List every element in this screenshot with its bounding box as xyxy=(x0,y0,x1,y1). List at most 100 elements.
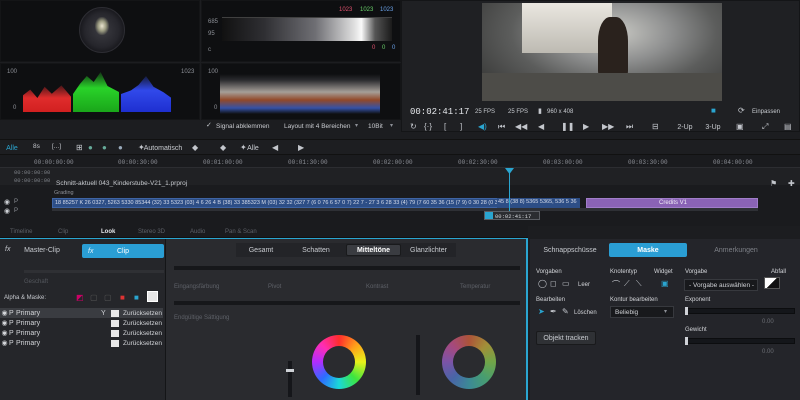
tab-mask[interactable]: Maske xyxy=(609,243,687,257)
eye-icon[interactable]: ◉ xyxy=(0,319,9,327)
settings-icon[interactable]: ▤ xyxy=(784,122,792,131)
diamond-icon-2[interactable]: ◆ xyxy=(220,143,226,152)
tab-mitteltoene[interactable]: Mitteltöne xyxy=(346,244,401,256)
node-corner-icon[interactable]: ⟋ xyxy=(624,279,630,289)
eye-icon[interactable]: ◉ xyxy=(4,198,10,206)
compare-icon[interactable]: ⊟ xyxy=(652,122,659,131)
checkbox-icon[interactable] xyxy=(111,339,119,347)
weight-handle[interactable] xyxy=(685,337,688,345)
mask-blue-icon[interactable]: ■ xyxy=(134,293,139,302)
widget-icon[interactable]: ▣ xyxy=(661,279,669,288)
weight-slider[interactable] xyxy=(685,338,795,344)
color-node-icon[interactable]: ● xyxy=(88,143,93,152)
play-icon[interactable]: ▶ xyxy=(583,122,589,131)
tab-audio[interactable]: Audio xyxy=(190,229,205,235)
tab-stereo3d[interactable]: Stereo 3D xyxy=(138,229,165,235)
snapshot-icon[interactable]: ▣ xyxy=(736,122,744,131)
play-reverse-icon[interactable]: ◀ xyxy=(538,122,544,131)
tab-look[interactable]: Look xyxy=(101,229,115,235)
fader-handle-1[interactable] xyxy=(286,369,294,372)
timeline-scroll[interactable] xyxy=(52,208,758,211)
highlights-color-wheel[interactable] xyxy=(442,335,496,389)
exponent-slider[interactable] xyxy=(685,308,795,314)
reset-link[interactable]: Zurücksetzen xyxy=(123,330,163,337)
mask-red-icon[interactable]: ■ xyxy=(120,293,125,302)
range-icon[interactable]: 8s xyxy=(33,143,40,150)
mask-sub-icon[interactable]: ▢ xyxy=(104,293,112,302)
remove-point-icon[interactable]: ✎ xyxy=(562,307,569,316)
tab-annotations[interactable]: Anmerkungen xyxy=(698,243,774,257)
reset-link[interactable]: Zurücksetzen xyxy=(123,340,163,347)
go-start-icon[interactable]: ⏮ xyxy=(498,122,505,132)
reset-link[interactable]: Zurücksetzen xyxy=(123,310,163,317)
fullscreen-icon[interactable]: ⤢ xyxy=(762,122,768,132)
tab-snapshots[interactable]: Schnappschüsse xyxy=(540,243,600,257)
loop-icon[interactable]: ↻ xyxy=(410,122,417,131)
two-up-button[interactable]: 2-Up xyxy=(674,122,696,132)
go-end-icon[interactable]: ⏭ xyxy=(626,122,633,132)
auto-button[interactable]: Automatisch xyxy=(143,142,183,154)
falloff-swatch-icon[interactable] xyxy=(764,277,780,289)
all-keyframes-button[interactable]: Alle xyxy=(243,142,263,154)
step-forward-icon[interactable]: ▶▶ xyxy=(602,122,614,131)
list-item[interactable]: ◉ P Primary Zurücksetzen xyxy=(0,318,163,328)
mark-out-icon[interactable]: ] xyxy=(460,122,462,131)
node-curve-icon[interactable]: ⌒ xyxy=(612,279,620,290)
reset-link[interactable]: Zurücksetzen xyxy=(123,320,163,327)
sync-icon[interactable]: ⟳ xyxy=(738,106,745,115)
fit-dropdown[interactable]: Einpassen xyxy=(752,109,780,115)
eye-icon[interactable]: ◉ xyxy=(4,207,10,215)
next-keyframe-icon[interactable]: ▶ xyxy=(298,143,304,152)
collapse-icon[interactable]: ✚ xyxy=(788,179,795,188)
mark-in-icon[interactable]: [ xyxy=(444,122,446,131)
tab-schatten[interactable]: Schatten xyxy=(291,244,341,256)
empty-preset[interactable]: Leer xyxy=(578,282,590,288)
clip-tab[interactable]: fx Clip xyxy=(82,244,164,258)
top-slider[interactable] xyxy=(174,266,520,270)
mark-in-out-icon[interactable]: {·} xyxy=(424,122,432,131)
tab-glanzlichter[interactable]: Glanzlichter xyxy=(401,244,456,256)
list-item[interactable]: ◉ P Primary Zurücksetzen xyxy=(0,338,163,348)
tab-timeline[interactable]: Timeline xyxy=(10,229,32,235)
checkbox-icon[interactable] xyxy=(111,329,119,337)
bracket-icon[interactable]: [...] xyxy=(52,143,61,150)
select-cursor-icon[interactable]: ➤ xyxy=(538,307,545,316)
eye-icon[interactable]: ◉ xyxy=(0,329,9,337)
master-clip-tab[interactable]: Master-Clip xyxy=(18,244,66,257)
midtones-color-wheel[interactable] xyxy=(312,335,366,389)
rect-shape-icon[interactable]: ▭ xyxy=(562,279,570,288)
diamond-icon[interactable]: ◆ xyxy=(192,143,198,152)
prev-keyframe-icon[interactable]: ◀ xyxy=(272,143,278,152)
node-smooth-icon[interactable]: ⟍ xyxy=(636,279,642,289)
track-object-button[interactable]: Objekt tracken xyxy=(536,331,596,345)
mask-shape-icon[interactable]: ◩ xyxy=(76,293,84,302)
mask-node-icon[interactable]: ● xyxy=(118,143,123,152)
signal-clamp-toggle[interactable]: Signal abklemmen xyxy=(216,123,269,130)
vertical-fader-2[interactable] xyxy=(416,335,420,395)
mid-slider[interactable] xyxy=(174,301,520,305)
list-item[interactable]: ◉ P Primary Y Zurücksetzen xyxy=(0,308,163,318)
step-back-icon[interactable]: ◀◀ xyxy=(515,122,527,131)
mask-cursor-button[interactable] xyxy=(147,291,158,302)
pause-icon[interactable]: ❚❚ xyxy=(561,122,574,131)
lock-icon[interactable]: ⚑ xyxy=(770,179,777,188)
three-up-button[interactable]: 3-Up xyxy=(702,122,724,132)
checkbox-icon[interactable] xyxy=(111,319,119,327)
tab-gesamt[interactable]: Gesamt xyxy=(236,244,286,256)
checkbox-icon[interactable] xyxy=(111,309,119,317)
add-point-icon[interactable]: ✒ xyxy=(550,307,557,316)
list-item[interactable]: ◉ P Primary Zurücksetzen xyxy=(0,328,163,338)
tab-pan-scan[interactable]: Pan & Scan xyxy=(225,229,257,235)
exponent-handle[interactable] xyxy=(685,307,688,315)
tab-clip[interactable]: Clip xyxy=(58,229,68,235)
layout-dropdown[interactable]: Layout mit 4 Bereichen xyxy=(284,123,350,130)
vertical-fader-1[interactable] xyxy=(288,361,292,397)
contour-select[interactable]: Beliebig ▾ xyxy=(610,306,674,318)
square-shape-icon[interactable]: ◻ xyxy=(550,279,557,288)
color-node-icon-2[interactable]: ● xyxy=(102,143,107,152)
filter-all-button[interactable]: Alle xyxy=(2,142,22,154)
eye-icon[interactable]: ◉ xyxy=(0,339,9,347)
preset-select[interactable]: - Vorgabe auswählen - xyxy=(684,279,758,291)
credits-clip[interactable]: Credits V1 xyxy=(586,198,758,208)
grid-icon[interactable]: ⊞ xyxy=(76,143,83,152)
